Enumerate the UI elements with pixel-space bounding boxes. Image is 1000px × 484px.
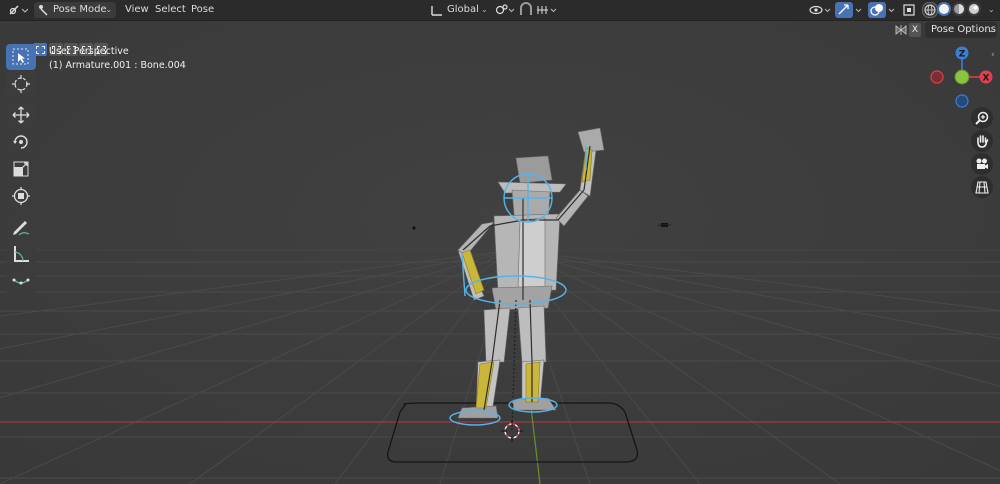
pan-button[interactable] <box>971 130 993 152</box>
annotate-icon <box>13 221 30 236</box>
transform-icon <box>12 187 30 205</box>
pose-breakdowner-tool[interactable] <box>6 268 36 294</box>
wireframe-shading-button[interactable] <box>922 2 938 18</box>
navigation-gizmo[interactable]: Z X <box>925 44 1000 110</box>
pose-options-label: Pose Options <box>931 24 996 35</box>
viewport-header: Pose Mode ⌄ View Select Pose Global ⌄ ⌄ <box>0 0 1000 21</box>
rendered-sphere-icon <box>969 4 979 14</box>
light-marker[interactable] <box>412 226 416 230</box>
cursor-icon <box>12 75 30 93</box>
material-sphere-icon <box>954 4 964 14</box>
breakdowner-icon <box>12 278 30 285</box>
chevron-down-icon: ⌄ <box>481 5 488 14</box>
gizmo-toggle[interactable] <box>835 2 865 18</box>
chevron-down-icon: ⌄ <box>988 5 995 14</box>
sidebar-toggle-icon[interactable]: ‹ <box>991 50 995 60</box>
overlays-icon <box>870 4 895 16</box>
wireframe-sphere-icon <box>924 4 936 16</box>
visibility-dropdown[interactable] <box>808 2 832 18</box>
material-shading-button[interactable] <box>952 2 966 16</box>
xray-icon <box>903 4 915 16</box>
solid-sphere-icon <box>939 4 949 14</box>
cursor-tool[interactable] <box>6 71 36 97</box>
overlays-toggle[interactable] <box>868 2 898 18</box>
mirror-toggle[interactable] <box>895 23 907 37</box>
orientation-dropdown[interactable]: Global ⌄ <box>428 2 488 18</box>
select-new-icon <box>36 46 45 54</box>
xray-toggle[interactable] <box>902 2 916 18</box>
mirror-x-toggle[interactable]: X <box>909 23 921 37</box>
menu-pose[interactable]: Pose <box>191 2 214 18</box>
select-box-tool[interactable] <box>6 44 36 70</box>
measure-icon <box>14 246 29 262</box>
viewport-scene[interactable] <box>0 0 1000 484</box>
grid-view-icon <box>975 181 989 194</box>
move-tool[interactable] <box>6 102 36 128</box>
object-info-label: (1) Armature.001 : Bone.004 <box>49 60 186 71</box>
gizmo-arrows-icon <box>838 4 862 15</box>
orientation-label: Global <box>447 4 479 15</box>
menu-view[interactable]: View <box>125 2 149 18</box>
rendered-shading-button[interactable] <box>967 2 981 16</box>
mode-dropdown[interactable]: Pose Mode ⌄ <box>34 2 116 18</box>
z-axis-label: Z <box>959 50 966 60</box>
rotate-tool[interactable] <box>6 129 36 155</box>
pose-mode-icon <box>39 5 48 16</box>
snap-options-button[interactable] <box>536 2 558 18</box>
transform-gizmo-icon <box>9 5 29 15</box>
mode-label: Pose Mode <box>53 4 107 15</box>
pivot-button[interactable] <box>494 2 516 18</box>
scale-tool[interactable] <box>6 156 36 182</box>
chevron-down-icon: ⌄ <box>105 5 112 14</box>
pose-options-dropdown[interactable]: Pose Options ⌄ <box>925 22 997 38</box>
tool-settings-bar: X Pose Options ⌄ <box>0 20 1000 56</box>
camera-icon <box>976 158 988 169</box>
zoom-button[interactable] <box>971 107 993 129</box>
snap-icon <box>520 2 532 15</box>
move-icon <box>12 106 30 124</box>
select-box-icon <box>12 48 29 65</box>
measure-tool[interactable] <box>6 241 36 267</box>
snap-toggle[interactable] <box>518 2 534 18</box>
hand-pan-icon <box>977 135 989 148</box>
perspective-toggle-button[interactable] <box>971 176 993 198</box>
rotate-icon <box>13 135 28 149</box>
camera-view-button[interactable] <box>971 153 993 175</box>
snap-grid-icon <box>537 6 557 14</box>
pivot-icon <box>495 4 515 15</box>
zoom-icon <box>975 111 989 125</box>
3d-viewport[interactable]: Pose Mode ⌄ View Select Pose Global ⌄ ⌄ … <box>0 0 1000 484</box>
menu-select[interactable]: Select <box>155 2 186 18</box>
scale-icon <box>13 161 29 177</box>
shading-options-dropdown[interactable]: ⌄ <box>985 2 997 18</box>
solid-shading-button[interactable] <box>937 2 951 16</box>
orientation-icon <box>431 6 442 16</box>
annotate-tool[interactable] <box>6 214 36 240</box>
view-name-label: User Perspective <box>49 46 129 57</box>
butterfly-icon <box>895 25 907 35</box>
editor-type-button[interactable] <box>6 2 29 18</box>
chevron-down-icon: ⌄ <box>987 25 994 34</box>
eye-icon <box>809 5 831 15</box>
transform-tool[interactable] <box>6 183 36 209</box>
x-axis-label: X <box>983 74 990 84</box>
